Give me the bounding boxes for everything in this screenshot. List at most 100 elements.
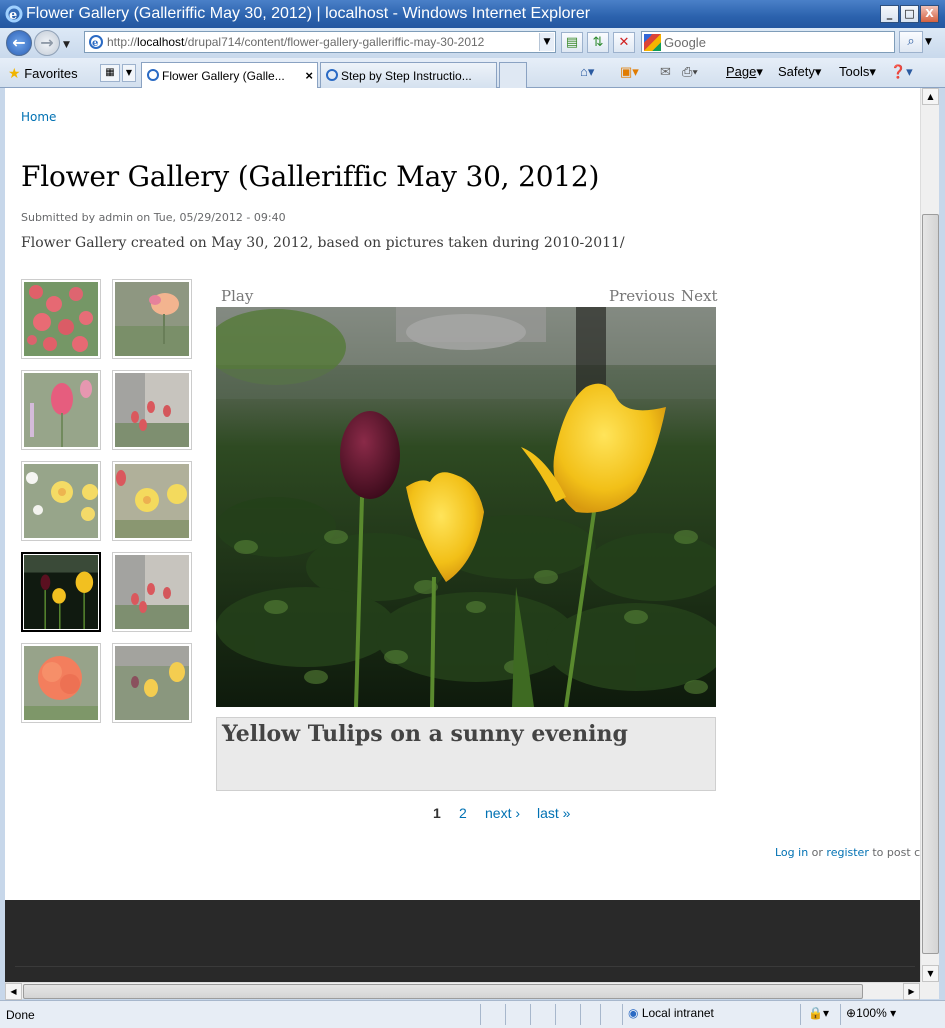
status-bar: Done ◉ Local intranet 🔒▾ ⊕100% ▾ [0,1000,945,1028]
search-options-dropdown-icon[interactable]: ▼ [925,37,932,47]
thumbnail-red-tulips-steps[interactable] [112,370,192,450]
page-icon: e [89,35,103,49]
status-text: Done [6,1008,35,1022]
previous-button[interactable]: Previous [609,287,675,305]
address-bar[interactable]: e http://localhost/drupal714/content/flo… [84,31,556,53]
tab-label: Step by Step Instructio... [341,69,472,83]
page-menu[interactable]: Page▾ [726,64,763,80]
daffodils-red-tulip-image [115,464,189,538]
horizontal-scroll-thumb[interactable] [23,984,863,999]
or-text: or [808,846,827,859]
page-footer [5,900,920,982]
tab-step-by-step[interactable]: Step by Step Instructio... [320,62,497,88]
svg-text:e: e [9,8,17,23]
vertical-scroll-thumb[interactable] [922,214,939,954]
status-divider [530,1004,531,1025]
main-slide-image[interactable] [216,307,716,707]
thumbnail-red-tulips-steps-2[interactable] [112,552,192,632]
compatibility-view-icon[interactable]: ▤ [561,32,583,53]
back-arrow-icon: ← [12,33,26,52]
peach-rose-image [115,282,189,356]
pager-next[interactable]: next › [485,805,520,821]
tab-label: Flower Gallery (Galle... [162,69,285,83]
yellow-tulips-2-image [115,646,189,720]
scroll-down-icon[interactable]: ▼ [922,965,939,982]
scroll-left-icon[interactable]: ◀ [5,983,22,1000]
scroll-up-icon[interactable]: ▲ [922,88,939,105]
recent-pages-dropdown-icon[interactable]: ▼ [63,40,70,50]
red-roses-image [24,282,98,356]
close-tab-icon[interactable]: × [305,68,313,83]
safety-menu[interactable]: Safety▾ [778,64,821,80]
vertical-scrollbar[interactable]: ▲ ▼ [920,88,939,982]
status-divider [622,1004,623,1025]
orange-tulip-image [24,646,98,720]
zoom-icon: ⊕ [846,1006,857,1020]
thumbnail-orange-tulip[interactable] [21,643,101,723]
security-zone[interactable]: ◉ Local intranet [628,1006,714,1020]
thumbnail-peach-rose[interactable] [112,279,192,359]
scroll-right-icon[interactable]: ▶ [903,983,920,1000]
node-body-text: Flower Gallery created on May 30, 2012, … [21,235,625,251]
tab-row: ★ Favorites ▦ ▼ Flower Gallery (Galle...… [0,58,945,88]
favorites-star-icon: ★ [8,65,21,81]
pager-page-2[interactable]: 2 [459,805,467,821]
page-viewport: Home Flower Gallery (Galleriffic May 30,… [5,88,920,982]
print-icon[interactable]: ⎙▾ [682,64,698,80]
red-tulips-steps-image [115,373,189,447]
tab-page-icon [326,69,338,81]
breadcrumb-home-link[interactable]: Home [21,110,56,124]
tools-menu[interactable]: Tools▾ [839,64,876,80]
stop-icon[interactable]: ✕ [613,32,635,53]
status-divider [555,1004,556,1025]
play-button[interactable]: Play [221,287,253,305]
register-link[interactable]: register [826,846,868,859]
intranet-globe-icon: ◉ [628,1006,639,1020]
yellow-tulips-image [216,307,716,707]
status-divider [580,1004,581,1025]
minimize-button[interactable]: _ [880,5,899,23]
thumbnail-yellow-tulips-2[interactable] [112,643,192,723]
login-link[interactable]: Log in [775,846,808,859]
address-dropdown-icon[interactable]: ▼ [539,33,554,51]
forward-button[interactable]: → [34,30,60,56]
thumbnail-daffodils[interactable] [21,461,101,541]
comment-login-prompt: Log in or register to post comm [775,846,920,859]
url-text[interactable]: http://localhost/drupal714/content/flowe… [107,35,484,49]
maximize-button[interactable]: □ [900,5,919,23]
help-icon[interactable]: ❓▾ [890,64,913,80]
page-title: Flower Gallery (Galleriffic May 30, 2012… [21,160,600,193]
status-divider [800,1004,801,1025]
thumbnail-yellow-tulips-selected[interactable] [21,552,101,632]
tab-flower-gallery[interactable]: Flower Gallery (Galle... × [141,62,318,88]
search-input[interactable]: Google [641,31,895,53]
read-mail-icon[interactable]: ✉ [660,64,671,80]
yellow-tulips-thumb-image [24,555,98,629]
back-button[interactable]: ← [6,30,32,56]
post-comment-text: to post comm [872,846,920,859]
quick-tabs-icon[interactable]: ▦ [100,64,120,82]
home-icon[interactable]: ⌂▾ [580,64,594,80]
search-icon[interactable]: ⌕ [899,31,923,53]
favorites-button[interactable]: ★ Favorites [8,65,78,82]
protected-mode-icon[interactable]: 🔒▾ [808,1006,829,1020]
pager-last[interactable]: last » [537,805,570,821]
scrollbar-corner [920,982,939,999]
tab-list-dropdown-icon[interactable]: ▼ [122,64,136,82]
title-bar: e Flower Gallery (Galleriffic May 30, 20… [0,0,945,28]
submitted-info: Submitted by admin on Tue, 05/29/2012 - … [21,211,286,224]
feeds-icon[interactable]: ▣▾ [620,64,639,80]
thumbnail-daffodils-red-tulip[interactable] [112,461,192,541]
browser-window: e Flower Gallery (Galleriffic May 30, 20… [0,0,945,1028]
search-placeholder: Google [664,35,706,50]
zoom-label: 100% [856,1006,887,1020]
refresh-icon[interactable]: ⇅ [587,32,609,53]
forward-arrow-icon: → [40,33,54,52]
next-button[interactable]: Next [681,287,718,305]
close-window-button[interactable]: X [920,5,939,23]
thumbnail-red-roses[interactable] [21,279,101,359]
new-tab-button[interactable] [499,62,527,88]
thumbnail-pink-tulip[interactable] [21,370,101,450]
zoom-level[interactable]: ⊕100% ▾ [846,1006,896,1020]
horizontal-scrollbar[interactable]: ◀ ▶ [5,982,920,1000]
